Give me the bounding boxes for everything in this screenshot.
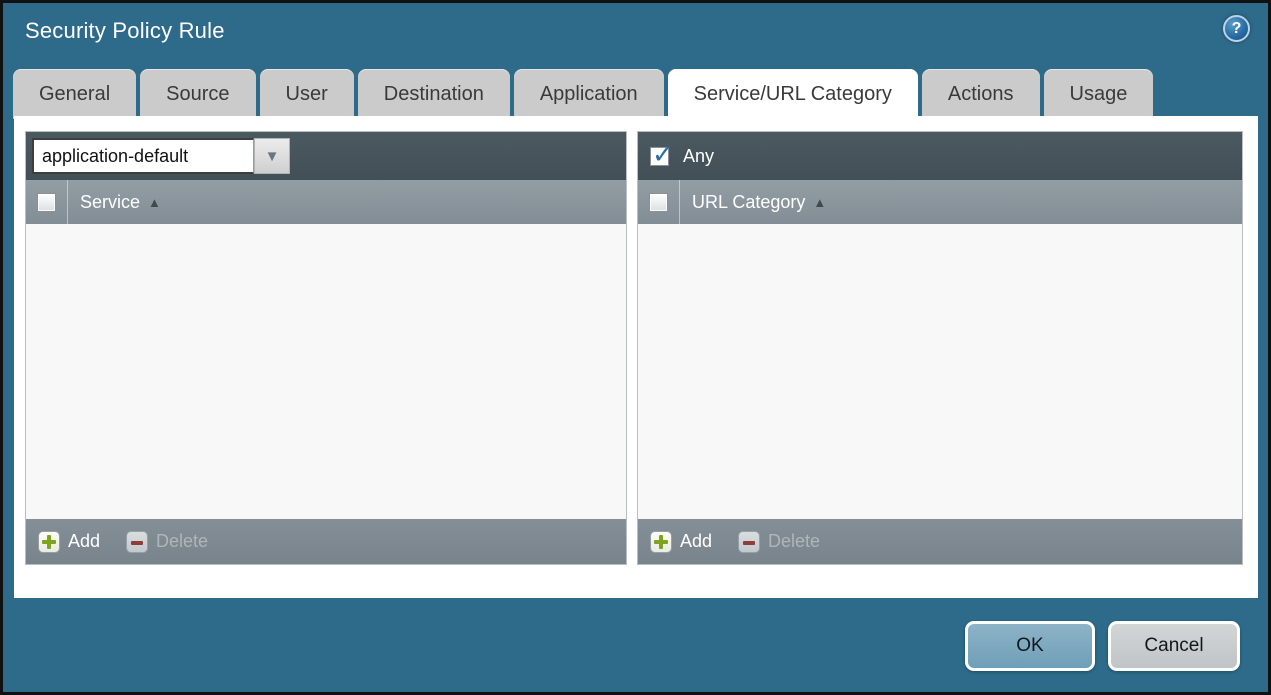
help-icon[interactable]: ? bbox=[1223, 15, 1250, 42]
dialog-buttons: OK Cancel bbox=[965, 621, 1240, 671]
tab-general[interactable]: General bbox=[13, 69, 137, 119]
plus-icon bbox=[38, 530, 60, 553]
ok-button[interactable]: OK bbox=[965, 621, 1095, 671]
tab-bar: General Source User Destination Applicat… bbox=[13, 69, 1268, 119]
service-select-all-cell bbox=[26, 180, 68, 224]
url-category-list bbox=[638, 224, 1242, 519]
url-category-select-all-cell bbox=[638, 180, 680, 224]
service-column-header-row: Service ▲ bbox=[26, 180, 626, 224]
sort-asc-icon[interactable]: ▲ bbox=[148, 195, 161, 210]
tab-user[interactable]: User bbox=[259, 69, 354, 119]
service-column-header[interactable]: Service bbox=[80, 192, 140, 213]
sort-asc-icon[interactable]: ▲ bbox=[813, 195, 826, 210]
url-category-panel: Any URL Category ▲ Add Delete bbox=[637, 131, 1243, 565]
service-toolbar: application-default ▼ bbox=[26, 132, 626, 180]
dialog-title: Security Policy Rule bbox=[25, 18, 225, 43]
service-type-dropdown-value[interactable]: application-default bbox=[32, 138, 254, 174]
service-type-dropdown[interactable]: application-default ▼ bbox=[32, 138, 290, 174]
url-category-footer: Add Delete bbox=[638, 519, 1242, 564]
tab-actions[interactable]: Actions bbox=[921, 69, 1040, 119]
tab-usage[interactable]: Usage bbox=[1043, 69, 1154, 119]
tab-source[interactable]: Source bbox=[140, 69, 256, 119]
tab-service-url-category[interactable]: Service/URL Category bbox=[667, 69, 918, 119]
cancel-button[interactable]: Cancel bbox=[1108, 621, 1240, 671]
url-category-delete-button[interactable]: Delete bbox=[738, 530, 820, 553]
url-category-column-header-row: URL Category ▲ bbox=[638, 180, 1242, 224]
service-add-button[interactable]: Add bbox=[38, 530, 100, 553]
any-label: Any bbox=[683, 145, 715, 166]
service-delete-button[interactable]: Delete bbox=[126, 530, 208, 553]
service-footer: Add Delete bbox=[26, 519, 626, 564]
url-category-add-button[interactable]: Add bbox=[650, 530, 712, 553]
any-checkbox[interactable] bbox=[650, 139, 674, 170]
minus-icon bbox=[738, 530, 761, 553]
chevron-down-icon[interactable]: ▼ bbox=[254, 138, 290, 174]
service-list bbox=[26, 224, 626, 519]
security-policy-rule-dialog: Security Policy Rule ? General Source Us… bbox=[0, 0, 1271, 695]
tab-content: application-default ▼ Service ▲ Add Dele… bbox=[14, 116, 1258, 598]
url-category-select-all-checkbox[interactable] bbox=[649, 192, 668, 212]
tab-destination[interactable]: Destination bbox=[357, 69, 510, 119]
url-category-toolbar: Any bbox=[638, 132, 1242, 180]
any-row: Any bbox=[644, 139, 715, 170]
service-panel: application-default ▼ Service ▲ Add Dele… bbox=[25, 131, 627, 565]
tab-application[interactable]: Application bbox=[513, 69, 664, 119]
minus-icon bbox=[126, 530, 149, 553]
title-bar: Security Policy Rule ? bbox=[3, 3, 1268, 65]
service-select-all-checkbox[interactable] bbox=[37, 192, 56, 212]
url-category-column-header[interactable]: URL Category bbox=[692, 192, 805, 213]
plus-icon bbox=[650, 530, 672, 553]
